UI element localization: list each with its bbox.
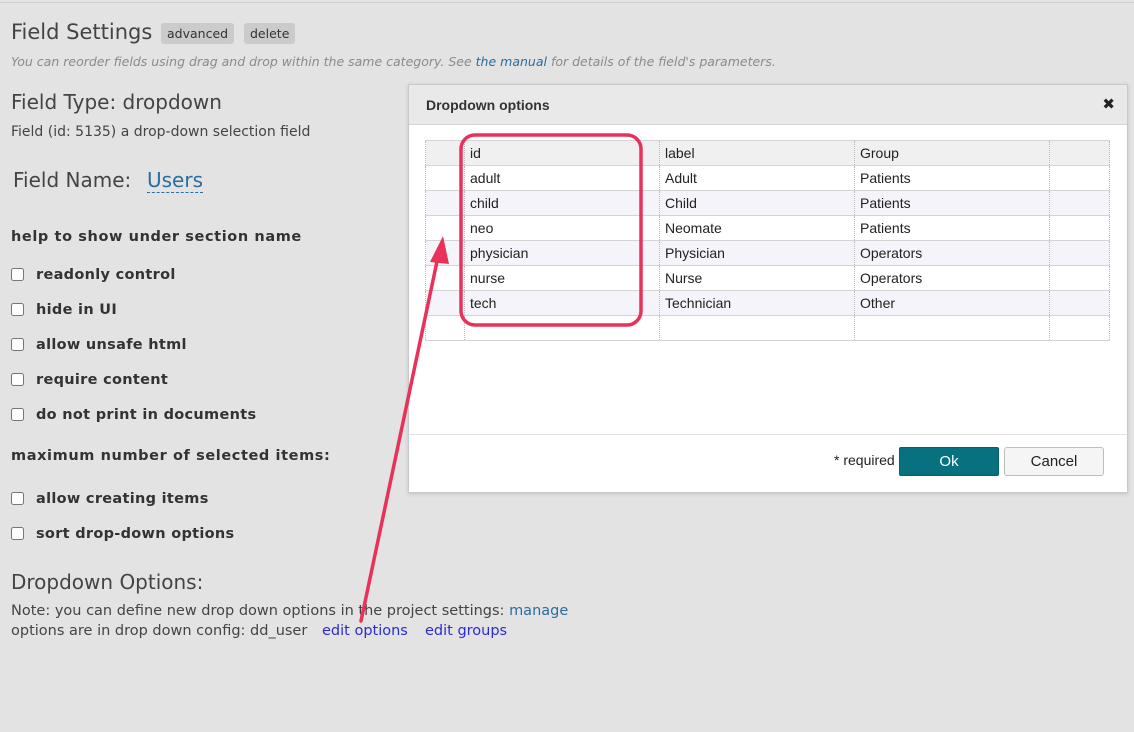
cell-group[interactable]: Patients [854,215,1050,241]
row-handle-cell[interactable] [425,190,465,216]
table-header-row: id label Group [425,140,1110,166]
reorder-hint: You can reorder fields using drag and dr… [11,54,776,69]
cell-group[interactable]: Operators [854,240,1050,266]
cell-id[interactable]: adult [464,165,660,191]
allow-unsafe-html-label: allow unsafe html [36,337,187,353]
extra-header-cell [1049,140,1110,166]
cell-group[interactable]: Other [854,290,1050,316]
advanced-button[interactable]: advanced [161,23,235,44]
ok-button[interactable]: Ok [899,447,999,476]
cell-id[interactable]: nurse [464,265,660,291]
dropdown-options-dialog: Dropdown options ✖ id label Group adult … [408,84,1128,493]
cell-extra[interactable] [1049,165,1110,191]
cancel-button[interactable]: Cancel [1004,447,1104,476]
cell-id[interactable]: tech [464,290,660,316]
manual-link[interactable]: the manual [476,54,547,69]
hide-in-ui-checkbox[interactable] [11,303,24,316]
row-handle-cell[interactable] [425,315,465,341]
table-row[interactable]: physician Physician Operators [425,240,1110,266]
readonly-label: readonly control [36,267,176,283]
table-row[interactable]: tech Technician Other [425,290,1110,316]
cell-group-new[interactable] [854,315,1050,341]
cell-group[interactable]: Operators [854,265,1050,291]
require-content-checkbox[interactable] [11,373,24,386]
cell-label[interactable]: Nurse [659,265,855,291]
dialog-footer-divider [409,434,1127,435]
top-divider [0,2,1134,3]
required-note: * required [834,452,895,468]
dialog-header: Dropdown options ✖ [409,85,1127,125]
sort-options-label: sort drop-down options [36,526,235,542]
do-not-print-checkbox[interactable] [11,408,24,421]
dropdown-note-text: Note: you can define new drop down optio… [11,603,505,619]
close-icon[interactable]: ✖ [1102,95,1115,113]
table-row-new[interactable] [425,315,1110,341]
help-section-heading: help to show under section name [11,229,302,245]
allow-creating-items-label: allow creating items [36,491,209,507]
column-header-group[interactable]: Group [854,140,1050,166]
cell-label[interactable]: Adult [659,165,855,191]
do-not-print-label: do not print in documents [36,407,257,423]
dropdown-options-heading: Dropdown Options: [11,570,204,594]
field-name-value[interactable]: Users [147,168,204,193]
edit-options-link[interactable]: edit options [322,623,408,639]
cell-id-new[interactable] [464,315,660,341]
cell-extra[interactable] [1049,315,1110,341]
field-description: Field (id: 5135) a drop-down selection f… [11,124,311,140]
cell-extra[interactable] [1049,290,1110,316]
column-header-label[interactable]: label [659,140,855,166]
cell-id[interactable]: physician [464,240,660,266]
options-table: id label Group adult Adult Patients chil… [425,140,1110,341]
dropdown-note: Note: you can define new drop down optio… [11,603,568,619]
cell-id[interactable]: neo [464,215,660,241]
allow-unsafe-html-checkbox[interactable] [11,338,24,351]
field-name-label: Field Name: [13,168,132,192]
row-handle-cell[interactable] [425,165,465,191]
hint-prefix: You can reorder fields using drag and dr… [11,54,476,69]
row-header-cell [425,140,465,166]
manage-link[interactable]: manage [509,603,568,619]
hide-in-ui-label: hide in UI [36,302,118,318]
hint-suffix: for details of the field's parameters. [546,54,776,69]
max-items-heading: maximum number of selected items: [11,448,331,464]
cell-id[interactable]: child [464,190,660,216]
edit-groups-link[interactable]: edit groups [425,623,507,639]
cell-group[interactable]: Patients [854,165,1050,191]
cell-label[interactable]: Child [659,190,855,216]
dropdown-config-text: options are in drop down config: dd_user [11,623,308,639]
table-row[interactable]: nurse Nurse Operators [425,265,1110,291]
table-row[interactable]: neo Neomate Patients [425,215,1110,241]
table-row[interactable]: adult Adult Patients [425,165,1110,191]
field-type-heading: Field Type: dropdown [11,90,222,114]
delete-button[interactable]: delete [244,23,296,44]
cell-label-new[interactable] [659,315,855,341]
dialog-title: Dropdown options [426,97,550,113]
row-handle-cell[interactable] [425,215,465,241]
cell-label[interactable]: Technician [659,290,855,316]
cell-extra[interactable] [1049,240,1110,266]
row-handle-cell[interactable] [425,240,465,266]
allow-creating-items-checkbox[interactable] [11,492,24,505]
column-header-id[interactable]: id [464,140,660,166]
cell-label[interactable]: Neomate [659,215,855,241]
cell-extra[interactable] [1049,265,1110,291]
sort-options-checkbox[interactable] [11,527,24,540]
table-row[interactable]: child Child Patients [425,190,1110,216]
cell-extra[interactable] [1049,190,1110,216]
cell-extra[interactable] [1049,215,1110,241]
row-handle-cell[interactable] [425,265,465,291]
require-content-label: require content [36,372,169,388]
page-title: Field Settings [11,20,153,44]
cell-label[interactable]: Physician [659,240,855,266]
readonly-checkbox[interactable] [11,268,24,281]
cell-group[interactable]: Patients [854,190,1050,216]
row-handle-cell[interactable] [425,290,465,316]
